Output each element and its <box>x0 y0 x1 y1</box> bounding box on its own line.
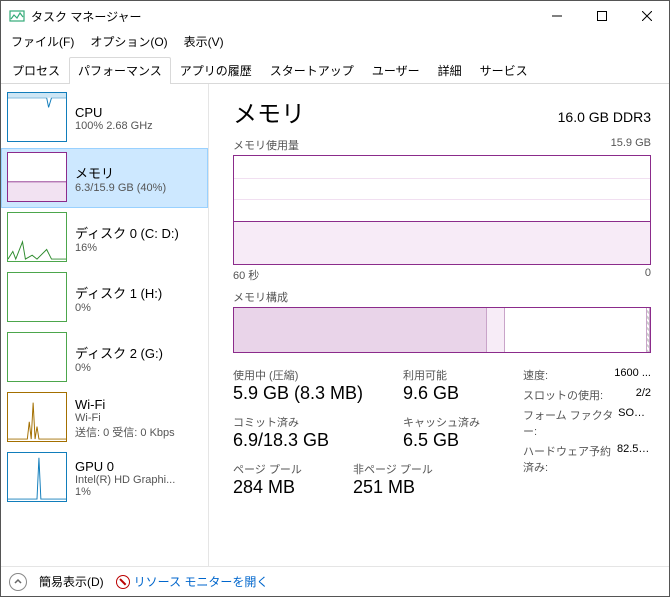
wifi-thumb-icon <box>7 392 67 442</box>
titlebar: タスク マネージャー <box>1 1 669 31</box>
memory-usage-chart[interactable] <box>233 155 651 265</box>
sidebar-item-sub: 6.3/15.9 GB (40%) <box>75 182 166 194</box>
sidebar-item-sub: Wi-Fi <box>75 412 175 424</box>
stats-right: 速度: 1600 ... スロットの使用: 2/2 フォーム ファクター:SODI.… <box>523 367 651 498</box>
sidebar-item-sub2: 送信: 0 受信: 0 Kbps <box>75 424 175 440</box>
tab-users[interactable]: ユーザー <box>363 57 429 83</box>
menu-view[interactable]: 表示(V) <box>178 31 230 52</box>
menu-file[interactable]: ファイル(F) <box>5 31 80 52</box>
stat-nonpaged-value: 251 MB <box>353 477 453 498</box>
sidebar-item-cpu[interactable]: CPU 100% 2.68 GHz <box>1 88 208 148</box>
maximize-button[interactable] <box>579 1 624 31</box>
sidebar-item-sub: 0% <box>75 362 163 374</box>
kv-slots-v: 2/2 <box>636 387 651 403</box>
stat-committed-value: 6.9/18.3 GB <box>233 430 383 451</box>
sidebar-item-label: メモリ <box>75 163 166 182</box>
detail-capacity: 16.0 GB DDR3 <box>558 109 651 125</box>
sidebar-item-gpu0[interactable]: GPU 0 Intel(R) HD Graphi... 1% <box>1 448 208 508</box>
memory-thumb-icon <box>7 152 67 202</box>
window-controls <box>534 1 669 31</box>
sidebar-item-label: GPU 0 <box>75 459 175 474</box>
close-button[interactable] <box>624 1 669 31</box>
kv-hw-k: ハードウェア予約済み: <box>523 443 617 475</box>
tab-processes[interactable]: プロセス <box>3 57 69 83</box>
gpu-thumb-icon <box>7 452 67 502</box>
sidebar-item-disk1[interactable]: ディスク 1 (H:) 0% <box>1 268 208 328</box>
kv-slots-k: スロットの使用: <box>523 387 603 403</box>
menu-options[interactable]: オプション(O) <box>84 31 173 52</box>
kv-speed-k: 速度: <box>523 367 548 383</box>
window-title: タスク マネージャー <box>31 8 534 25</box>
stats-area: 使用中 (圧縮) 5.9 GB (8.3 MB) 利用可能 9.6 GB コミッ… <box>233 367 651 498</box>
sidebar-item-memory[interactable]: メモリ 6.3/15.9 GB (40%) <box>1 148 208 208</box>
menubar: ファイル(F) オプション(O) 表示(V) <box>1 31 669 51</box>
stat-committed-label: コミット済み <box>233 414 383 430</box>
sidebar-item-label: CPU <box>75 105 153 120</box>
comp-seg-used <box>234 308 487 352</box>
detail-title: メモリ <box>233 94 305 129</box>
sidebar-item-sub: 0% <box>75 302 162 314</box>
stat-nonpaged-label: 非ページ プール <box>353 461 453 477</box>
stat-cached-value: 6.5 GB <box>403 430 503 451</box>
chart-label-right: 15.9 GB <box>611 137 651 153</box>
composition-label: メモリ構成 <box>233 289 651 305</box>
axis-right: 0 <box>645 267 651 283</box>
minimize-button[interactable] <box>534 1 579 31</box>
cpu-thumb-icon <box>7 92 67 142</box>
fewer-details-label[interactable]: 簡易表示(D) <box>39 573 104 590</box>
chart-axis: 60 秒 0 <box>233 267 651 283</box>
footer: 簡易表示(D) リソース モニターを開く <box>1 566 669 596</box>
memory-composition-chart[interactable] <box>233 307 651 353</box>
sidebar-item-disk2[interactable]: ディスク 2 (G:) 0% <box>1 328 208 388</box>
open-resource-monitor-link[interactable]: リソース モニターを開く <box>116 573 269 590</box>
sidebar-item-label: ディスク 2 (G:) <box>75 343 163 362</box>
comp-seg-standby <box>505 308 646 352</box>
sidebar: CPU 100% 2.68 GHz メモリ 6.3/15.9 GB (40%) … <box>1 84 209 566</box>
kv-hw-v: 82.5 MB <box>617 443 651 475</box>
kv-form-k: フォーム ファクター: <box>523 407 618 439</box>
stat-cached-label: キャッシュ済み <box>403 414 503 430</box>
detail-pane: メモリ 16.0 GB DDR3 メモリ使用量 15.9 GB 60 秒 0 メ… <box>209 84 669 566</box>
sidebar-item-sub: 16% <box>75 242 179 254</box>
fewer-details-button[interactable] <box>9 573 27 591</box>
sidebar-item-disk0[interactable]: ディスク 0 (C: D:) 16% <box>1 208 208 268</box>
stat-in-use-value: 5.9 GB (8.3 MB) <box>233 383 383 404</box>
disk-thumb-icon <box>7 332 67 382</box>
app-icon <box>9 8 25 24</box>
sidebar-item-label: ディスク 0 (C: D:) <box>75 223 179 242</box>
tab-services[interactable]: サービス <box>471 57 537 83</box>
stat-paged-value: 284 MB <box>233 477 333 498</box>
stats-left: 使用中 (圧縮) 5.9 GB (8.3 MB) 利用可能 9.6 GB コミッ… <box>233 367 503 498</box>
comp-seg-modified <box>487 308 505 352</box>
chart-label-left: メモリ使用量 <box>233 137 299 153</box>
tab-app-history[interactable]: アプリの履歴 <box>171 57 261 83</box>
tab-details[interactable]: 詳細 <box>429 57 471 83</box>
sidebar-item-label: ディスク 1 (H:) <box>75 283 162 302</box>
chart-top-labels: メモリ使用量 15.9 GB <box>233 137 651 153</box>
comp-seg-reserved <box>646 308 650 352</box>
resource-monitor-label: リソース モニターを開く <box>134 573 269 590</box>
content: CPU 100% 2.68 GHz メモリ 6.3/15.9 GB (40%) … <box>1 84 669 566</box>
kv-form-v: SODI... <box>618 407 651 439</box>
detail-header: メモリ 16.0 GB DDR3 <box>233 94 651 129</box>
sidebar-item-wifi[interactable]: Wi-Fi Wi-Fi 送信: 0 受信: 0 Kbps <box>1 388 208 448</box>
resource-monitor-icon <box>116 575 130 589</box>
tab-startup[interactable]: スタートアップ <box>261 57 363 83</box>
stat-in-use-label: 使用中 (圧縮) <box>233 367 383 383</box>
disk-thumb-icon <box>7 212 67 262</box>
sidebar-item-sub: 100% 2.68 GHz <box>75 120 153 132</box>
stat-avail-value: 9.6 GB <box>403 383 503 404</box>
tab-performance[interactable]: パフォーマンス <box>69 57 171 84</box>
sidebar-item-sub: Intel(R) HD Graphi... <box>75 474 175 486</box>
stat-paged-label: ページ プール <box>233 461 333 477</box>
stat-avail-label: 利用可能 <box>403 367 503 383</box>
kv-speed-v: 1600 ... <box>614 367 651 383</box>
sidebar-item-sub2: 1% <box>75 486 175 498</box>
disk-thumb-icon <box>7 272 67 322</box>
tabstrip: プロセス パフォーマンス アプリの履歴 スタートアップ ユーザー 詳細 サービス <box>1 51 669 84</box>
axis-left: 60 秒 <box>233 267 259 283</box>
sidebar-item-label: Wi-Fi <box>75 397 175 412</box>
